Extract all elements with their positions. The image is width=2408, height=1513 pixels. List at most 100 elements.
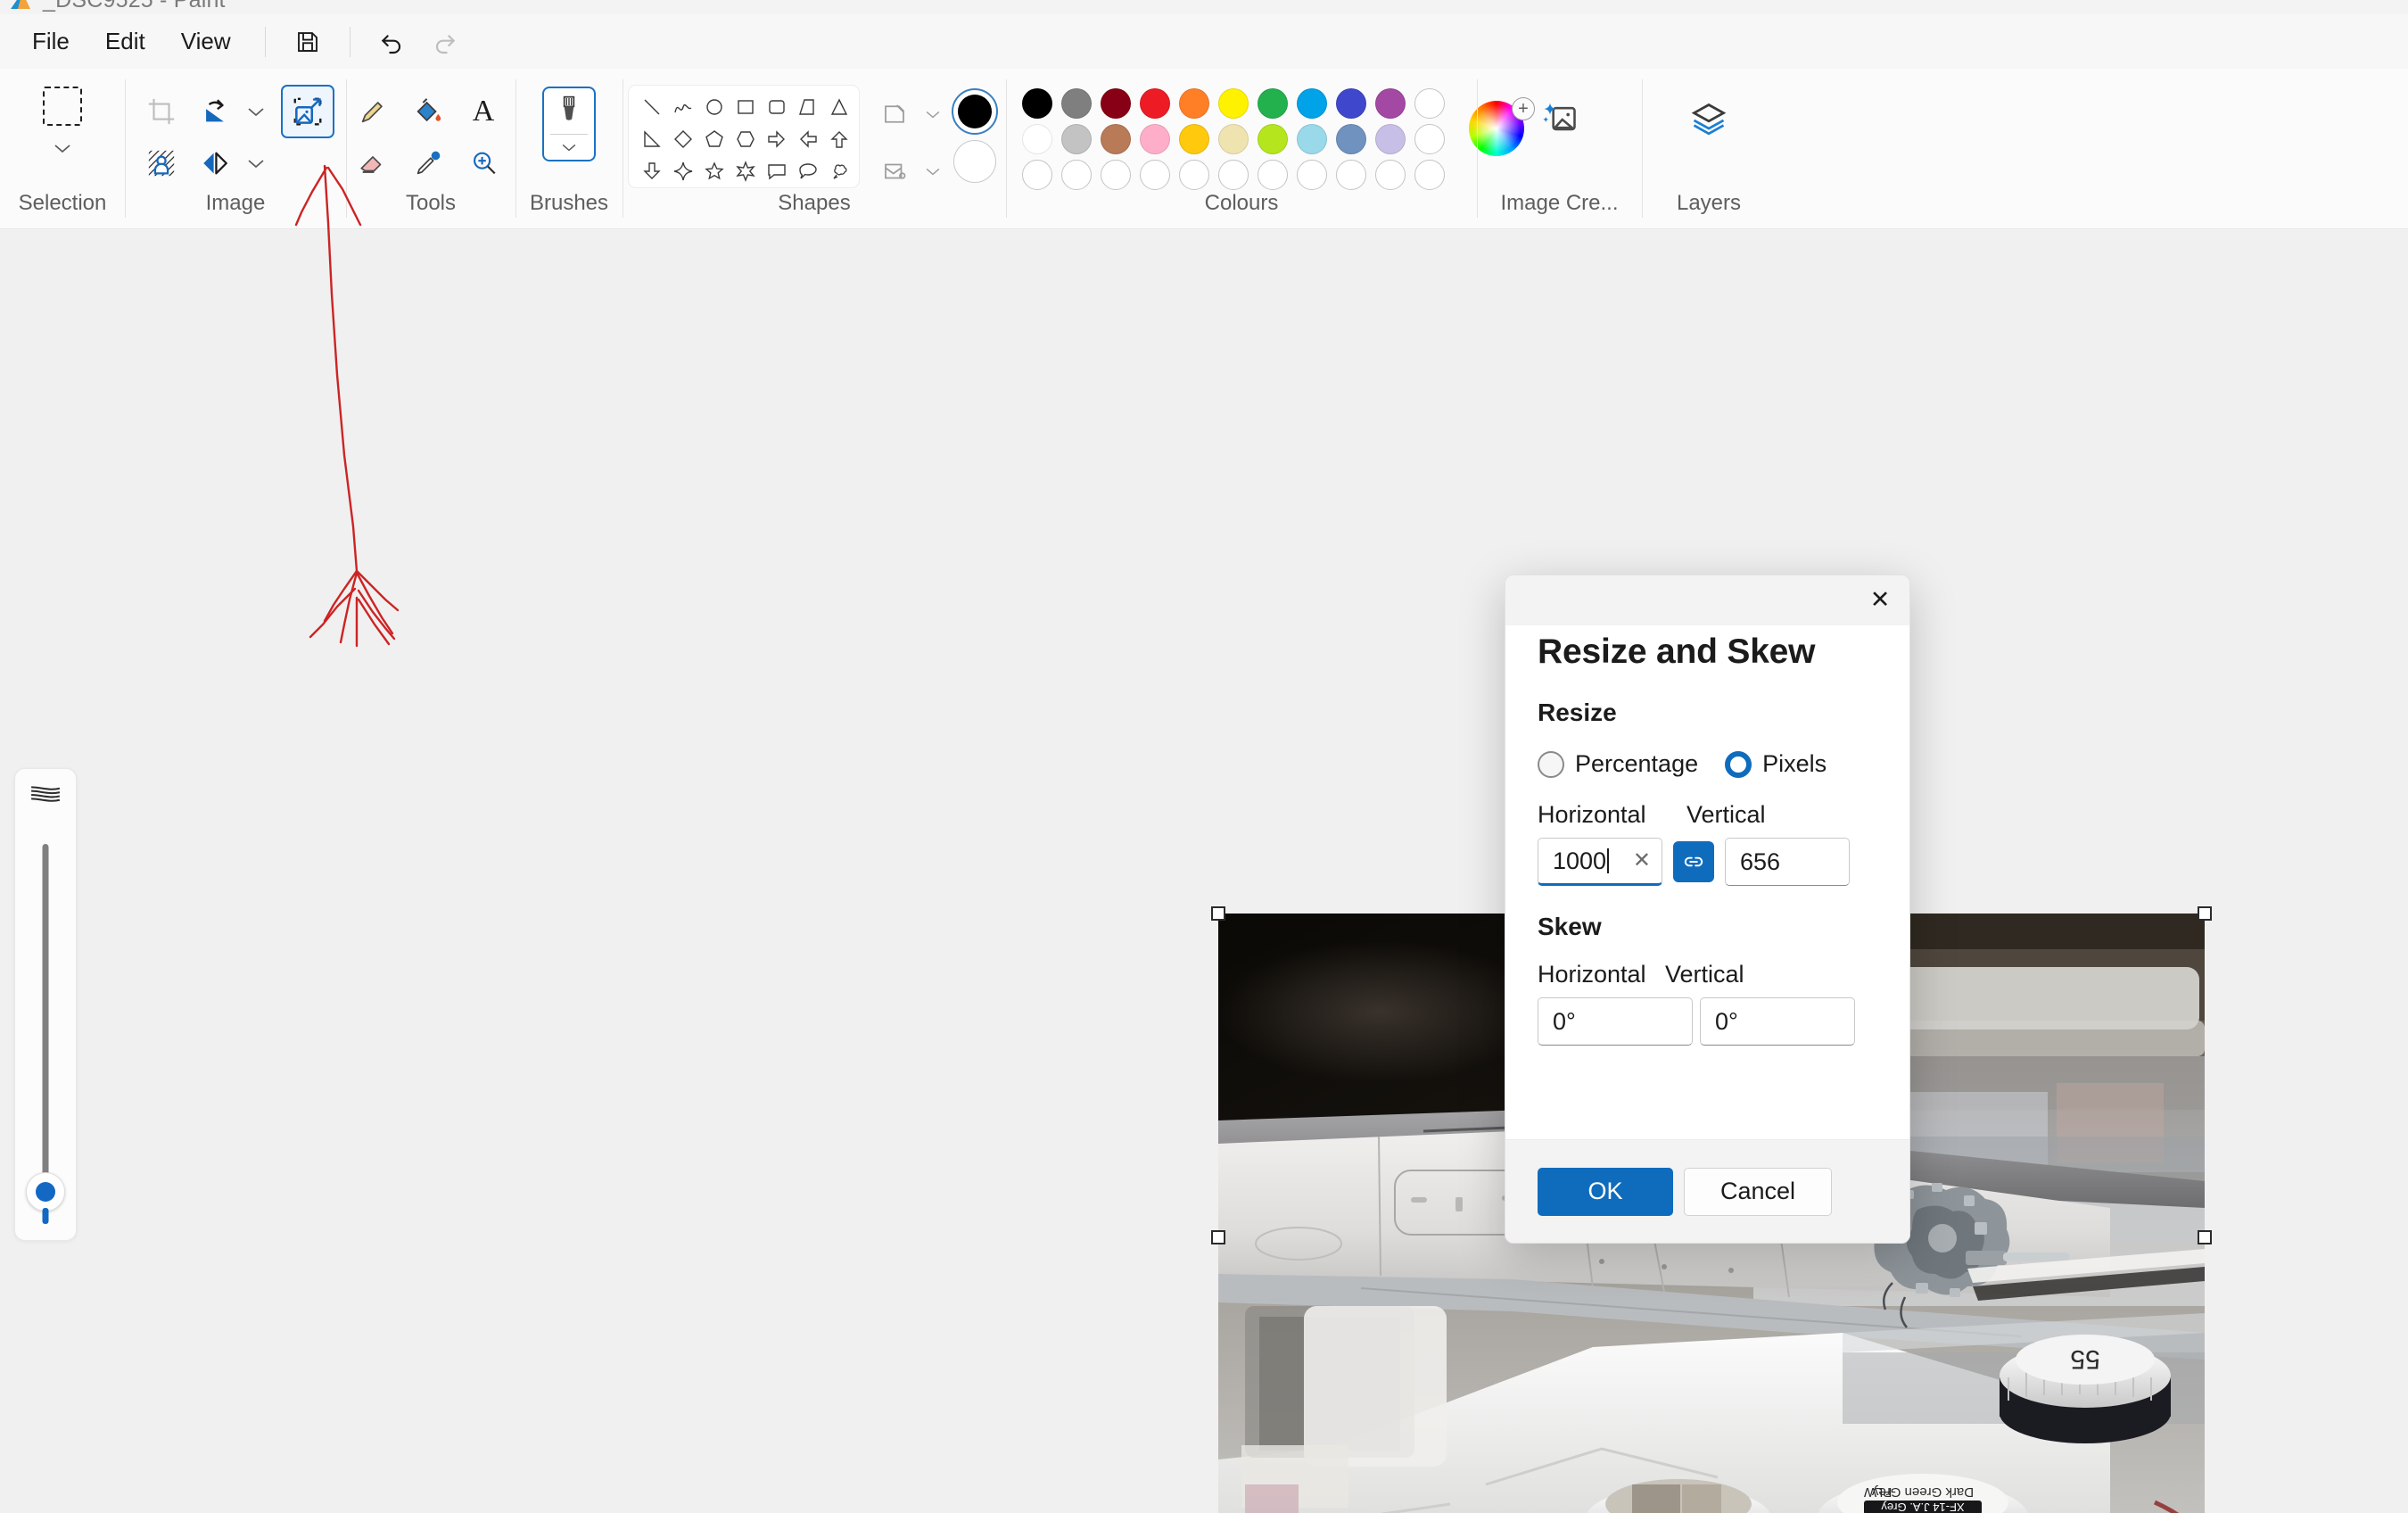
brush-dropdown-chevron-icon[interactable]	[557, 137, 581, 157]
selection-handle-w[interactable]	[1211, 1230, 1225, 1244]
colour-palette[interactable]	[1018, 88, 1449, 190]
colour-swatch-0-3[interactable]	[1140, 88, 1170, 119]
four-point-star-shape-icon[interactable]	[667, 156, 698, 186]
close-icon[interactable]: ✕	[1860, 581, 1901, 618]
colour-swatch-2-0[interactable]	[1022, 160, 1052, 190]
colour-swatch-0-2[interactable]	[1101, 88, 1131, 119]
clear-icon[interactable]: ✕	[1624, 850, 1651, 872]
secondary-colour-swatch[interactable]	[953, 140, 996, 183]
colour-swatch-1-6[interactable]	[1258, 124, 1288, 154]
rounded-callout-shape-icon[interactable]	[793, 156, 824, 186]
brush-icon[interactable]	[542, 87, 596, 161]
radio-pixels-label[interactable]: Pixels	[1762, 750, 1827, 778]
colour-swatch-1-3[interactable]	[1140, 124, 1170, 154]
brush-size-slider[interactable]	[14, 768, 77, 1241]
shapes-gallery[interactable]	[628, 85, 860, 188]
eraser-icon[interactable]	[348, 138, 398, 188]
fill-with-colour-icon[interactable]	[403, 87, 453, 136]
undo-icon[interactable]	[372, 21, 413, 62]
selection-handle-e[interactable]	[2198, 1230, 2212, 1244]
resize-horizontal-input[interactable]: 1000 ✕	[1538, 838, 1662, 886]
colour-swatch-0-7[interactable]	[1297, 88, 1327, 119]
colour-swatch-0-4[interactable]	[1179, 88, 1209, 119]
colour-swatch-0-5[interactable]	[1218, 88, 1249, 119]
rectangular-selection-icon[interactable]	[43, 87, 82, 126]
rounded-rectangle-shape-icon[interactable]	[762, 92, 793, 122]
colour-picker-icon[interactable]	[403, 138, 453, 188]
skew-vertical-input[interactable]: 0°	[1700, 997, 1855, 1046]
five-point-star-shape-icon[interactable]	[698, 156, 730, 186]
colour-swatch-2-2[interactable]	[1101, 160, 1131, 190]
fill-icon[interactable]	[874, 151, 915, 192]
rotate-dropdown-chevron-icon[interactable]	[243, 91, 268, 132]
remove-background-icon[interactable]	[136, 138, 186, 188]
rectangular-callout-shape-icon[interactable]	[762, 156, 793, 186]
rectangle-shape-icon[interactable]	[730, 92, 761, 122]
chevron-down-icon[interactable]	[50, 128, 75, 169]
oval-shape-icon[interactable]	[698, 92, 730, 122]
colour-swatch-2-6[interactable]	[1258, 160, 1288, 190]
colour-swatch-2-7[interactable]	[1297, 160, 1327, 190]
left-arrow-shape-icon[interactable]	[793, 124, 824, 154]
image-creator-icon[interactable]	[1530, 90, 1589, 149]
pencil-icon[interactable]	[348, 87, 398, 136]
primary-colour-swatch[interactable]	[952, 88, 998, 135]
six-point-star-shape-icon[interactable]	[730, 156, 761, 186]
menu-edit[interactable]: Edit	[87, 20, 163, 63]
hexagon-shape-icon[interactable]	[730, 124, 761, 154]
colour-swatch-1-8[interactable]	[1336, 124, 1366, 154]
lightning-shape-icon[interactable]	[668, 187, 700, 188]
colour-swatch-2-4[interactable]	[1179, 160, 1209, 190]
colour-swatch-0-9[interactable]	[1375, 88, 1406, 119]
save-icon[interactable]	[287, 21, 328, 62]
colour-swatch-2-8[interactable]	[1336, 160, 1366, 190]
triangle-shape-icon[interactable]	[824, 92, 855, 122]
selection-handle-ne[interactable]	[2198, 906, 2212, 921]
colour-swatch-2-3[interactable]	[1140, 160, 1170, 190]
slider-thumb[interactable]	[26, 1172, 65, 1211]
cloud-callout-shape-icon[interactable]	[824, 156, 855, 186]
colour-swatch-2-9[interactable]	[1375, 160, 1406, 190]
skew-horizontal-input[interactable]: 0°	[1538, 997, 1693, 1046]
right-triangle-shape-icon[interactable]	[636, 124, 667, 154]
heart-shape-icon[interactable]	[636, 187, 668, 188]
fill-dropdown-chevron-icon[interactable]	[920, 151, 945, 192]
outline-dropdown-chevron-icon[interactable]	[920, 94, 945, 135]
right-arrow-shape-icon[interactable]	[762, 124, 793, 154]
colour-swatch-1-9[interactable]	[1375, 124, 1406, 154]
slider-track[interactable]	[42, 844, 49, 1185]
colour-swatch-1-1[interactable]	[1061, 124, 1092, 154]
selection-handle-nw[interactable]	[1211, 906, 1225, 921]
canvas-area[interactable]: 55 XF-14 J.A. Grey Dark Green Grey PLW ✕…	[0, 164, 2408, 1513]
radio-percentage-label[interactable]: Percentage	[1575, 750, 1698, 778]
radio-percentage[interactable]	[1538, 750, 1564, 778]
colour-swatch-2-1[interactable]	[1061, 160, 1092, 190]
curve-shape-icon[interactable]	[667, 92, 698, 122]
layers-icon[interactable]	[1679, 90, 1738, 149]
colour-swatch-empty-1-10[interactable]	[1414, 124, 1445, 154]
colour-swatch-empty-0-10[interactable]	[1414, 88, 1445, 119]
colour-swatch-0-0[interactable]	[1022, 88, 1052, 119]
flip-dropdown-chevron-icon[interactable]	[243, 143, 268, 184]
resize-vertical-input[interactable]: 656	[1725, 838, 1850, 886]
line-shape-icon[interactable]	[636, 92, 667, 122]
selection-tool[interactable]	[43, 79, 82, 169]
pentagon-shape-icon[interactable]	[698, 124, 730, 154]
colour-swatch-0-6[interactable]	[1258, 88, 1288, 119]
menu-view[interactable]: View	[163, 20, 249, 63]
up-arrow-shape-icon[interactable]	[824, 124, 855, 154]
magnifier-icon[interactable]	[458, 138, 508, 188]
diamond-shape-icon[interactable]	[667, 124, 698, 154]
menu-file[interactable]: File	[14, 20, 87, 63]
colour-swatch-1-7[interactable]	[1297, 124, 1327, 154]
colour-swatch-0-1[interactable]	[1061, 88, 1092, 119]
colour-swatch-0-8[interactable]	[1336, 88, 1366, 119]
resize-and-skew-icon[interactable]	[281, 85, 334, 138]
text-icon[interactable]: A	[458, 87, 508, 136]
down-arrow-shape-icon[interactable]	[636, 156, 667, 186]
colour-swatch-1-0[interactable]	[1022, 124, 1052, 154]
colour-swatch-empty-2-10[interactable]	[1414, 160, 1445, 190]
cancel-button[interactable]: Cancel	[1684, 1167, 1832, 1216]
colour-swatch-2-5[interactable]	[1218, 160, 1249, 190]
rotate-icon[interactable]	[190, 87, 240, 136]
